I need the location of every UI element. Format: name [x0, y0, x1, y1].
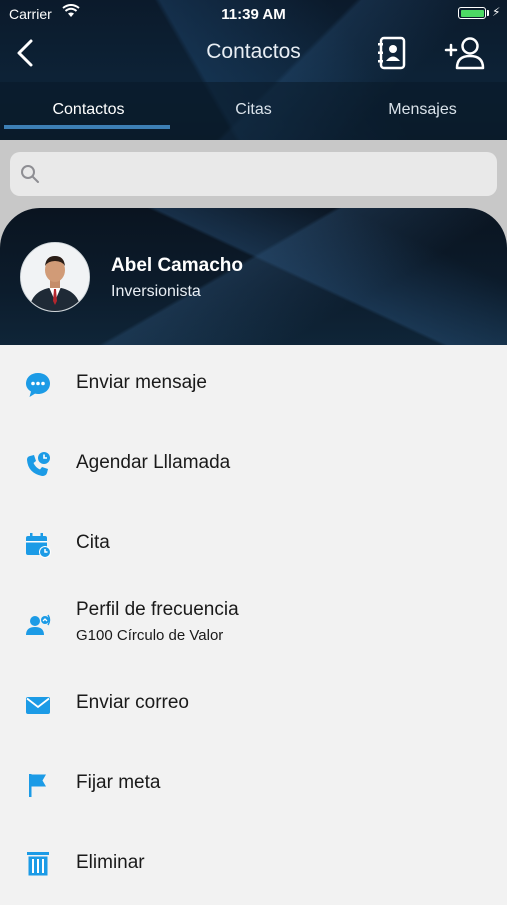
action-delete[interactable]: Eliminar — [0, 825, 507, 905]
action-schedule-call[interactable]: Agendar Lllamada — [0, 425, 507, 505]
search-field[interactable] — [10, 152, 497, 198]
contacts-book-icon[interactable] — [378, 36, 408, 70]
trash-icon — [27, 852, 49, 876]
tab-contactos[interactable]: Contactos — [4, 82, 173, 140]
battery-icon — [458, 7, 486, 19]
contact-profile-card: Abel Camacho Inversionista — [0, 208, 507, 345]
battery-level-fill — [460, 9, 484, 17]
action-label: Fijar meta — [76, 772, 161, 793]
action-label: Eliminar — [76, 852, 145, 873]
search-icon — [21, 165, 39, 183]
phone-clock-icon — [27, 452, 50, 476]
tab-citas[interactable]: Citas — [169, 82, 338, 140]
envelope-icon — [26, 697, 50, 714]
contact-name: Abel Camacho — [111, 255, 243, 276]
contact-role: Inversionista — [111, 283, 201, 300]
tab-bar: Contactos Citas Mensajes — [0, 82, 507, 140]
navigation-bar: Contactos — [0, 28, 507, 80]
action-label: Enviar mensaje — [76, 372, 207, 393]
action-label: Perfil de frecuencia — [76, 599, 239, 620]
action-appointment[interactable]: Cita — [0, 505, 507, 585]
users-frequency-icon — [26, 614, 51, 635]
page-title: Contactos — [206, 40, 301, 63]
flag-icon — [29, 774, 46, 797]
person-photo-icon — [21, 243, 89, 311]
status-time: 11:39 AM — [221, 6, 286, 23]
action-set-goal[interactable]: Fijar meta — [0, 745, 507, 825]
search-input[interactable] — [50, 152, 494, 198]
action-label: Enviar correo — [76, 692, 189, 713]
charging-bolt-icon: ⚡ — [492, 5, 501, 19]
action-send-message[interactable]: Enviar mensaje — [0, 345, 507, 425]
action-sublabel: G100 Círculo de Valor — [76, 627, 224, 644]
battery-tip — [487, 10, 489, 16]
message-bubble-icon — [26, 373, 50, 397]
avatar — [20, 242, 90, 312]
action-frequency-profile[interactable]: Perfil de frecuencia G100 Círculo de Val… — [0, 585, 507, 665]
calendar-clock-icon — [26, 533, 51, 558]
action-send-email[interactable]: Enviar correo — [0, 665, 507, 745]
status-bar: Carrier 11:39 AM ⚡ — [0, 0, 507, 28]
action-label: Cita — [76, 532, 110, 553]
add-contact-icon[interactable] — [444, 36, 486, 70]
search-bar-area — [0, 140, 507, 208]
active-tab-indicator — [4, 125, 170, 129]
action-label: Agendar Lllamada — [76, 452, 231, 473]
tab-mensajes[interactable]: Mensajes — [338, 82, 507, 140]
